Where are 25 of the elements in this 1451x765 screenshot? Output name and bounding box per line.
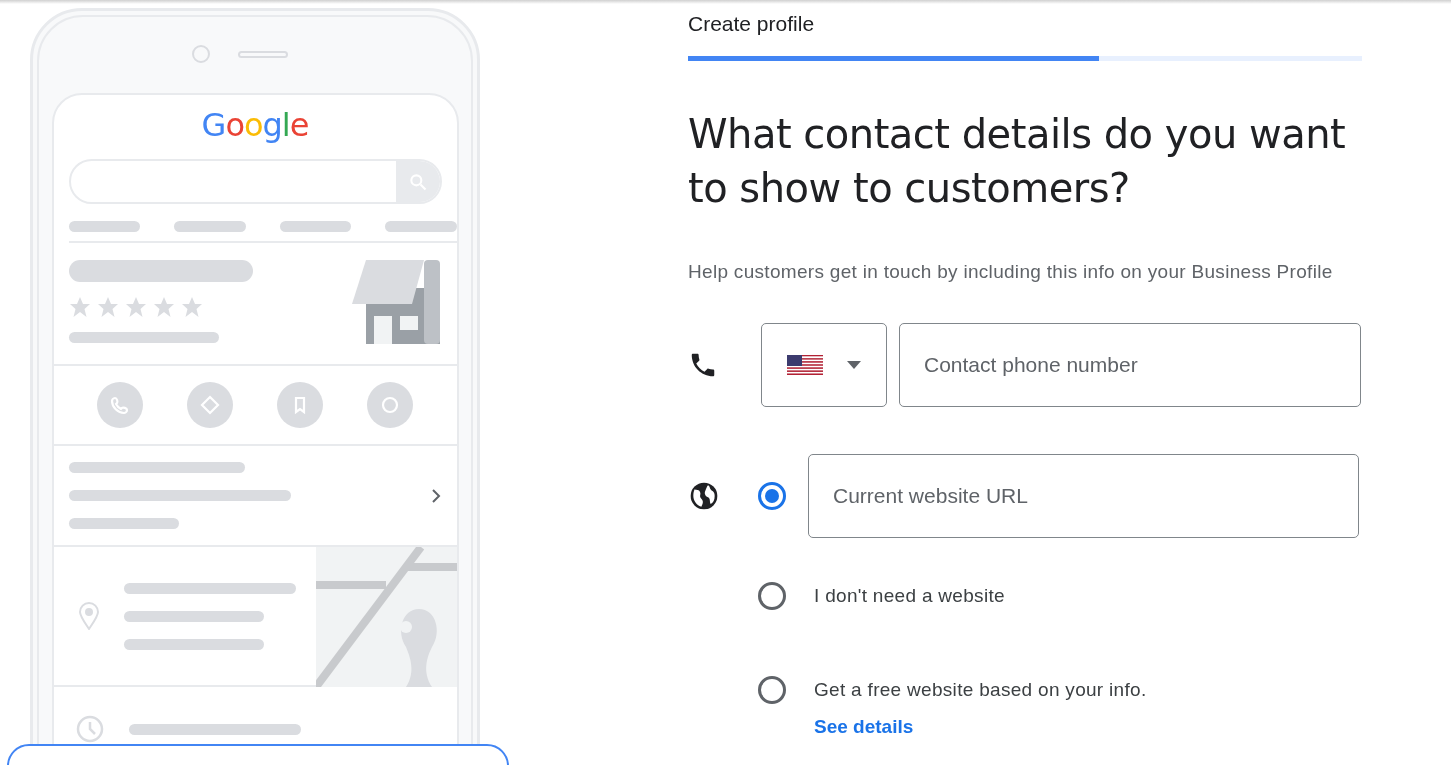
radio-button[interactable] bbox=[758, 676, 786, 705]
phone-number-field[interactable]: Contact phone number bbox=[899, 322, 1361, 407]
option-label: Get a free website based on your info. bbox=[814, 678, 1147, 702]
description: Help customers get in touch by including this info on your Business Profile bbox=[688, 259, 1334, 284]
radio-button[interactable] bbox=[758, 481, 786, 510]
step-title: Create profile bbox=[688, 11, 816, 37]
see-details-link[interactable]: See details bbox=[814, 712, 1359, 741]
chevron-right-icon bbox=[429, 486, 442, 505]
placeholder-bar bbox=[68, 221, 140, 232]
placeholder-bar bbox=[279, 221, 351, 232]
location-pin-icon bbox=[78, 602, 99, 630]
website-url-field[interactable]: Current website URL bbox=[808, 453, 1359, 538]
flag-icon bbox=[787, 354, 823, 375]
country-select[interactable] bbox=[761, 322, 887, 407]
option-label: I don't need a website bbox=[814, 583, 1005, 608]
page-heading: What contact details do you want to show to customers? bbox=[688, 109, 1347, 213]
speaker-icon bbox=[238, 50, 288, 58]
google-logo: Google bbox=[201, 105, 309, 145]
caret-icon bbox=[847, 360, 861, 369]
radio-button[interactable] bbox=[758, 581, 786, 610]
camera-icon bbox=[192, 45, 210, 63]
placeholder-bar bbox=[385, 221, 457, 232]
placeholder-bar bbox=[174, 221, 246, 232]
clock-icon bbox=[75, 715, 104, 743]
storefront-icon bbox=[351, 260, 442, 344]
